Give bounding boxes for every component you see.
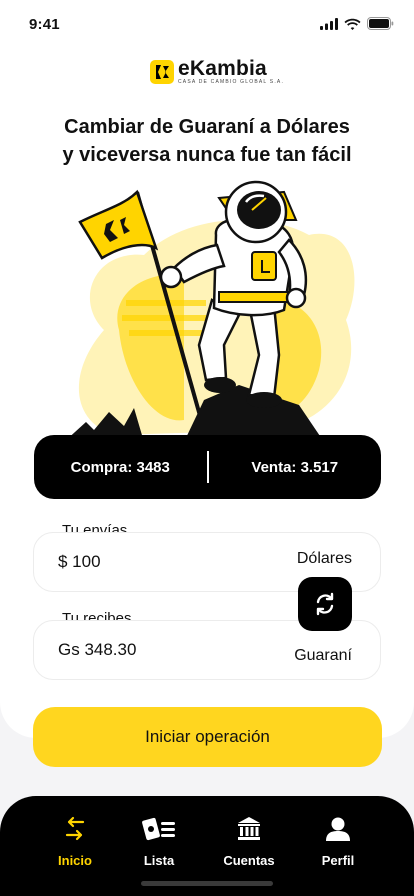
nav-item-inicio[interactable]: Inicio bbox=[40, 814, 110, 868]
nav-label-lista: Lista bbox=[143, 853, 175, 868]
app-screen: 9:41 eKambia CASA DE CAMBIO GLOBAL S.A. … bbox=[0, 0, 414, 896]
status-bar: 9:41 bbox=[0, 0, 414, 48]
start-operation-button[interactable]: Iniciar operación bbox=[33, 707, 382, 767]
buy-rate: Compra: 3483 bbox=[70, 458, 170, 476]
nav-item-lista[interactable]: Lista bbox=[124, 814, 194, 868]
bank-icon bbox=[238, 817, 260, 840]
nav-item-cuentas[interactable]: Cuentas bbox=[214, 814, 284, 868]
send-amount-value[interactable]: $ 100 bbox=[58, 552, 101, 572]
swap-arrows-icon bbox=[65, 816, 85, 841]
brand-tagline: CASA DE CAMBIO GLOBAL S.A. bbox=[178, 79, 285, 85]
headline-line-1: Cambiar de Guaraní a Dólares bbox=[64, 116, 350, 138]
home-indicator bbox=[141, 881, 273, 886]
nav-label-perfil: Perfil bbox=[321, 853, 355, 868]
signal-icon bbox=[320, 17, 338, 30]
brand-name: eKambia bbox=[178, 57, 267, 80]
exchange-rate-bar: Compra: 3483 Venta: 3.517 bbox=[34, 435, 381, 499]
brand-logo: eKambia CASA DE CAMBIO GLOBAL S.A. bbox=[150, 58, 284, 85]
nav-label-cuentas: Cuentas bbox=[223, 853, 275, 868]
sell-rate: Venta: 3.517 bbox=[251, 458, 339, 476]
swap-refresh-icon bbox=[316, 592, 334, 616]
astronaut-illustration bbox=[34, 180, 380, 442]
nav-item-perfil[interactable]: Perfil bbox=[303, 814, 373, 868]
status-icons bbox=[320, 17, 394, 30]
battery-icon bbox=[367, 17, 394, 30]
headline-line-2: y viceversa nunca fue tan fácil bbox=[62, 144, 352, 166]
logo-mark-icon bbox=[150, 59, 174, 84]
person-icon bbox=[326, 817, 350, 841]
nav-label-inicio: Inicio bbox=[58, 853, 92, 868]
wifi-icon bbox=[344, 18, 361, 30]
swap-currency-button[interactable] bbox=[298, 577, 352, 631]
receive-amount-value[interactable]: Gs 348.30 bbox=[58, 640, 136, 660]
receive-currency-selector[interactable]: Guaraní bbox=[294, 647, 352, 665]
headline: Cambiar de Guaraní a Dólares y viceversa… bbox=[20, 113, 394, 169]
send-currency-selector[interactable]: Dólares bbox=[297, 550, 352, 568]
status-time: 9:41 bbox=[29, 16, 60, 33]
list-icon bbox=[142, 817, 175, 841]
